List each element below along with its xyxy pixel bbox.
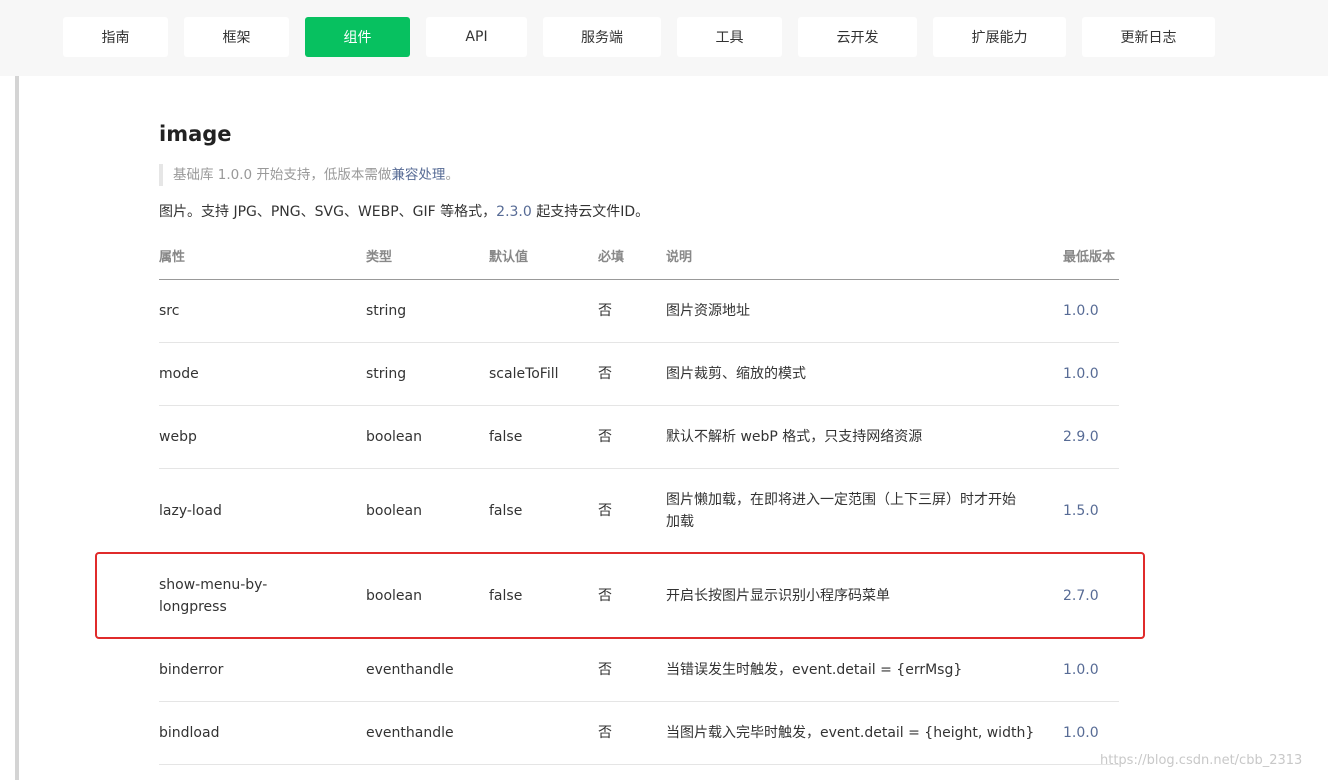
header-default: 默认值: [489, 250, 529, 265]
row-divider: [159, 468, 1119, 469]
nav-tab-extensions[interactable]: 扩展能力: [933, 17, 1066, 57]
cell-description: 当错误发生时触发，event.detail = {errMsg}: [666, 662, 963, 678]
nav-tab-framework[interactable]: 框架: [184, 17, 289, 57]
cell-attr: lazy-load: [159, 503, 222, 519]
header-required: 必填: [598, 250, 625, 265]
top-navigation: 指南 框架 组件 API 服务端 工具 云开发 扩展能力 更新日志: [0, 0, 1328, 76]
cell-required: 否: [598, 725, 612, 741]
cell-default: false: [489, 429, 523, 445]
cell-attr: mode: [159, 366, 199, 382]
nav-tab-server[interactable]: 服务端: [543, 17, 661, 57]
cell-required: 否: [598, 662, 612, 678]
cell-description-line2: 加载: [666, 514, 694, 530]
cell-description: 当图片载入完毕时触发，event.detail = {height, width…: [666, 725, 1035, 741]
cell-type: string: [366, 366, 407, 382]
cell-type: boolean: [366, 503, 422, 519]
cell-attr: webp: [159, 429, 197, 445]
nav-tab-components[interactable]: 组件: [305, 17, 410, 57]
cell-type: eventhandle: [366, 725, 454, 741]
nav-tab-changelog[interactable]: 更新日志: [1082, 17, 1215, 57]
cell-required: 否: [598, 503, 612, 519]
cell-min-version[interactable]: 1.0.0: [1063, 363, 1099, 385]
description-suffix: 起支持云文件ID。: [531, 204, 650, 220]
cell-attr: src: [159, 303, 180, 319]
cell-type: eventhandle: [366, 662, 454, 678]
cell-description: 默认不解析 webP 格式，只支持网络资源: [666, 429, 923, 445]
header-type: 类型: [366, 250, 393, 265]
cell-min-version[interactable]: 1.0.0: [1063, 722, 1099, 744]
description-version: 2.3.0: [496, 204, 532, 220]
cell-description-line1: 图片懒加载，在即将进入一定范围（上下三屏）时才开始: [666, 492, 1016, 508]
compat-link[interactable]: 兼容处理: [391, 167, 445, 183]
row-divider: [159, 764, 1119, 765]
cell-default: scaleToFill: [489, 366, 559, 382]
cell-required: 否: [598, 303, 612, 319]
header-attr: 属性: [159, 250, 186, 265]
cell-min-version[interactable]: 1.0.0: [1063, 300, 1099, 322]
nav-tab-tools[interactable]: 工具: [677, 17, 782, 57]
cell-min-version[interactable]: 1.0.0: [1063, 659, 1099, 681]
cell-required: 否: [598, 429, 612, 445]
highlight-annotation-box: [95, 552, 1145, 639]
header-min-version: 最低版本: [1063, 250, 1116, 265]
cell-attr: binderror: [159, 662, 224, 678]
cell-type: boolean: [366, 429, 422, 445]
nav-tab-guide[interactable]: 指南: [63, 17, 168, 57]
cell-description: 图片资源地址: [666, 303, 750, 319]
compat-note-suffix: 。: [445, 167, 459, 183]
cell-min-version[interactable]: 2.9.0: [1063, 426, 1099, 448]
left-scroll-divider: [15, 76, 19, 780]
table-header-divider: [159, 279, 1119, 280]
row-divider: [159, 405, 1119, 406]
page-title: image: [159, 122, 232, 146]
cell-required: 否: [598, 366, 612, 382]
row-divider: [159, 342, 1119, 343]
cell-min-version[interactable]: 1.5.0: [1063, 500, 1099, 522]
nav-tab-api[interactable]: API: [426, 17, 527, 57]
cell-type: string: [366, 303, 407, 319]
compat-note: 基础库 1.0.0 开始支持，低版本需做兼容处理。: [159, 164, 459, 186]
cell-default: false: [489, 503, 523, 519]
description-text: 图片。支持 JPG、PNG、SVG、WEBP、GIF 等格式，: [159, 204, 497, 220]
component-description: 图片。支持 JPG、PNG、SVG、WEBP、GIF 等格式，2.3.0 起支持…: [159, 201, 649, 223]
row-divider: [159, 701, 1119, 702]
header-description: 说明: [666, 250, 693, 265]
nav-tab-cloud-dev[interactable]: 云开发: [798, 17, 917, 57]
cell-attr: bindload: [159, 725, 220, 741]
compat-note-text: 基础库 1.0.0 开始支持，低版本需做: [173, 167, 392, 183]
cell-description: 图片裁剪、缩放的模式: [666, 366, 806, 382]
watermark-text: https://blog.csdn.net/cbb_2313: [1100, 753, 1303, 768]
